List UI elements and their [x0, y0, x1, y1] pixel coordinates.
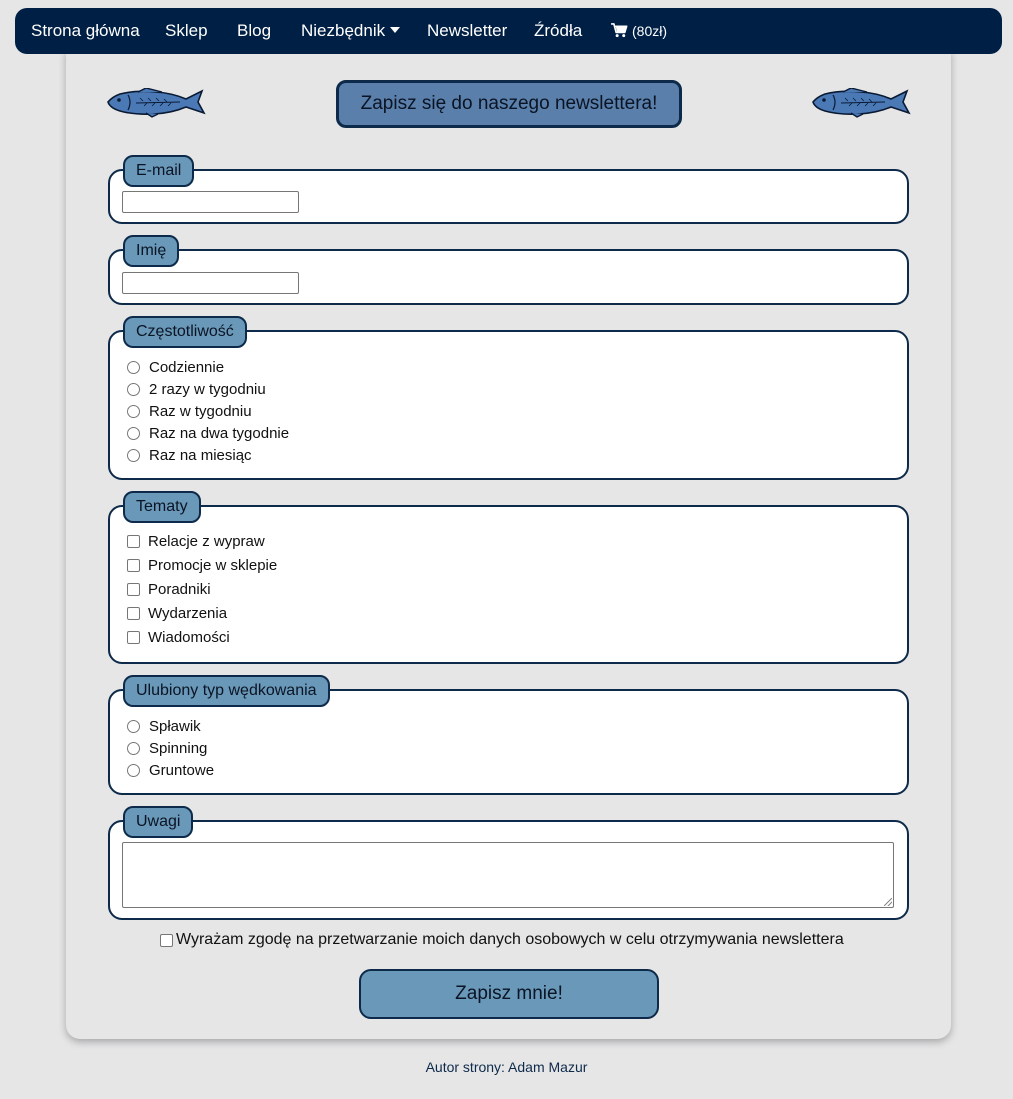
newsletter-card: Zapisz się do naszego newslettera! E-mai… — [66, 50, 951, 1039]
option-label: Raz na dwa tygodnie — [149, 424, 290, 442]
topic-option[interactable]: Wiadomości — [127, 627, 230, 647]
checkbox[interactable] — [127, 630, 140, 644]
checkbox[interactable] — [127, 558, 140, 572]
email-legend: E-mail — [123, 155, 195, 187]
option-label: Wiadomości — [148, 628, 230, 646]
option-label: Spinning — [149, 739, 208, 757]
option-label: Wydarzenia — [148, 604, 228, 622]
option-label: Poradniki — [148, 580, 211, 598]
consent-label: Wyrażam zgodę na przetwarzanie moich dan… — [176, 931, 844, 948]
checkbox[interactable] — [127, 534, 140, 548]
radio-button[interactable] — [127, 448, 140, 462]
fish-icon-left — [107, 88, 206, 118]
shopping-cart-icon — [611, 23, 628, 38]
radio-button[interactable] — [127, 763, 140, 777]
option-label: Spławik — [149, 717, 201, 735]
footer-author: Autor strony: Adam Mazur — [425, 1059, 588, 1075]
radio-button[interactable] — [127, 360, 140, 374]
nav-home-link[interactable]: Strona główna — [31, 22, 140, 39]
radio-button[interactable] — [127, 404, 140, 418]
nav-newsletter-link[interactable]: Newsletter — [427, 22, 507, 39]
notes-fieldset: Uwagi — [108, 806, 909, 920]
radio-button[interactable] — [127, 719, 140, 733]
nav-blog-link[interactable]: Blog — [237, 22, 271, 39]
option-label: Codziennie — [149, 358, 225, 376]
checkbox[interactable] — [127, 582, 140, 596]
option-label: Raz w tygodniu — [149, 402, 252, 420]
top-navigation: Strona główna Sklep Blog Niezbędnik News… — [15, 8, 1002, 54]
fishing-type-legend: Ulubiony typ wędkowania — [123, 675, 330, 707]
consent-option[interactable]: Wyrażam zgodę na przetwarzanie moich dan… — [160, 930, 844, 950]
checkbox[interactable] — [127, 606, 140, 620]
nav-essentials-dropdown[interactable]: Niezbędnik — [301, 22, 400, 39]
email-fieldset: E-mail — [108, 155, 909, 224]
name-input[interactable] — [122, 272, 299, 294]
topic-option[interactable]: Wydarzenia — [127, 603, 227, 623]
frequency-option[interactable]: Raz na dwa tygodnie — [127, 423, 289, 443]
option-label: Promocje w sklepie — [148, 556, 278, 574]
topic-option[interactable]: Promocje w sklepie — [127, 555, 277, 575]
radio-button[interactable] — [127, 426, 140, 440]
frequency-fieldset: Częstotliwość Codziennie 2 razy w tygodn… — [108, 316, 909, 480]
cart-total: (80zł) — [632, 22, 668, 39]
name-fieldset: Imię — [108, 235, 909, 305]
radio-button[interactable] — [127, 382, 140, 396]
consent-checkbox[interactable] — [160, 933, 173, 947]
topics-legend: Tematy — [123, 491, 201, 523]
notes-legend: Uwagi — [123, 806, 194, 838]
fishing-type-option[interactable]: Spławik — [127, 716, 201, 736]
option-label: Gruntowe — [149, 761, 215, 779]
page-title: Zapisz się do naszego newslettera! — [336, 80, 682, 128]
frequency-option[interactable]: Raz na miesiąc — [127, 445, 252, 465]
fish-icon-right — [812, 88, 911, 118]
email-input[interactable] — [122, 191, 299, 213]
topic-option[interactable]: Relacje z wypraw — [127, 531, 265, 551]
nav-shop-link[interactable]: Sklep — [165, 22, 208, 39]
frequency-legend: Częstotliwość — [123, 316, 247, 348]
nav-sources-link[interactable]: Źródła — [534, 22, 582, 39]
topic-option[interactable]: Poradniki — [127, 579, 211, 599]
submit-button[interactable]: Zapisz mnie! — [359, 969, 659, 1019]
name-legend: Imię — [123, 235, 180, 267]
frequency-option[interactable]: Raz w tygodniu — [127, 401, 252, 421]
fishing-type-fieldset: Ulubiony typ wędkowania Spławik Spinning… — [108, 675, 909, 795]
resize-handle-icon[interactable] — [884, 898, 892, 906]
radio-button[interactable] — [127, 741, 140, 755]
frequency-option[interactable]: 2 razy w tygodniu — [127, 379, 266, 399]
nav-cart-link[interactable]: (80zł) — [611, 23, 667, 38]
fishing-type-option[interactable]: Spinning — [127, 738, 207, 758]
notes-textarea[interactable] — [122, 842, 894, 908]
option-label: 2 razy w tygodniu — [149, 380, 266, 398]
option-label: Raz na miesiąc — [149, 446, 252, 464]
fishing-type-option[interactable]: Gruntowe — [127, 760, 214, 780]
topics-fieldset: Tematy Relacje z wypraw Promocje w sklep… — [108, 491, 909, 664]
frequency-option[interactable]: Codziennie — [127, 357, 224, 377]
option-label: Relacje z wypraw — [148, 532, 265, 550]
